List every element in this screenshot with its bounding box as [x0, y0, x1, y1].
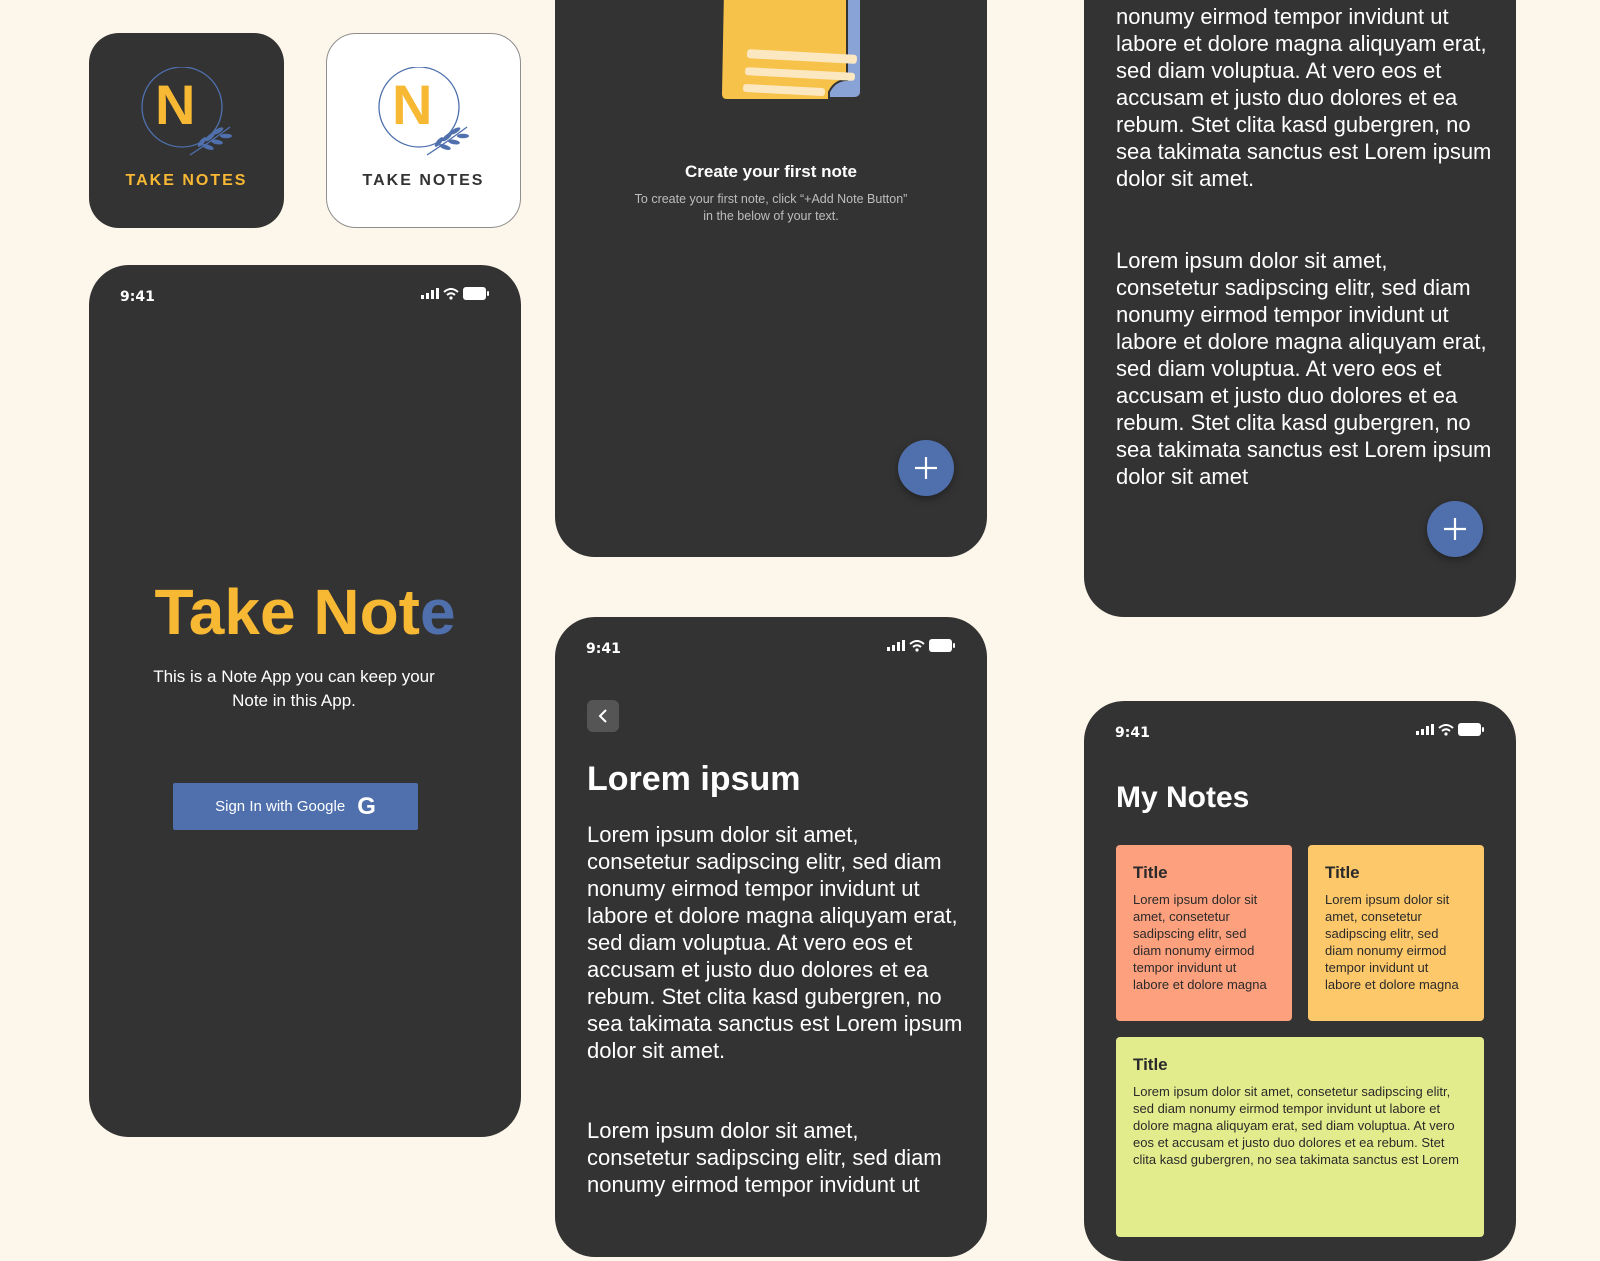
note-card-title: Title — [1133, 863, 1168, 882]
chevron-left-icon — [598, 709, 607, 723]
note-card-title: Title — [1133, 1055, 1168, 1074]
laurel-icon — [426, 126, 469, 156]
battery-icon — [1458, 723, 1484, 736]
title-part2: ot — [359, 576, 420, 648]
app-title: Take Note — [89, 577, 521, 647]
wifi-icon — [1438, 723, 1454, 736]
splash-screen: 9:41 Take Note This is a Note App you ca… — [89, 265, 521, 1137]
empty-line-1: To create your first note, click “+Add N… — [634, 192, 908, 206]
note-paragraph-2: Lorem ipsum dolor sit amet, consetetur s… — [1116, 248, 1492, 489]
note-card-body: Lorem ipsum dolor sit amet, consetetur s… — [1133, 1084, 1459, 1167]
status-icons — [421, 287, 489, 300]
logo-letter: N — [392, 73, 433, 136]
notes-illustration — [719, 0, 862, 101]
plus-icon — [1444, 518, 1466, 540]
battery-icon — [463, 287, 489, 300]
plus-icon — [915, 457, 937, 479]
google-signin-button[interactable]: Sign In with Google G — [173, 783, 418, 830]
back-button[interactable] — [587, 700, 619, 732]
signal-icon — [887, 640, 905, 651]
title-mark: N — [313, 576, 360, 648]
status-time: 9:41 — [586, 641, 621, 657]
note-card-body: Lorem ipsum dolor sit amet, consetetur s… — [1325, 892, 1459, 992]
status-time: 9:41 — [120, 289, 155, 305]
laurel-icon — [189, 126, 232, 156]
app-icon-label: TAKE NOTES — [125, 172, 248, 189]
empty-line-2: in the below of your text. — [703, 209, 839, 223]
note-detail-screen: 9:41 Lorem ipsum Lorem ipsum dolor sit a… — [555, 617, 987, 1257]
note-card-body: Lorem ipsum dolor sit amet, consetetur s… — [1133, 892, 1267, 992]
page-title: My Notes — [1116, 781, 1250, 814]
note-card[interactable]: Title Lorem ipsum dolor sit amet, conset… — [1116, 845, 1292, 1021]
wifi-icon — [909, 639, 925, 652]
wifi-icon — [443, 287, 459, 300]
signal-icon — [421, 288, 439, 299]
app-icon-label: TAKE NOTES — [362, 172, 485, 189]
google-icon: G — [357, 792, 376, 820]
app-subtitle: This is a Note App you can keep your Not… — [153, 667, 435, 710]
signin-label: Sign In with Google — [215, 798, 346, 815]
logo-letter: N — [155, 73, 196, 136]
note-paragraph-1-continued: nonumy eirmod tempor invidunt ut labore … — [1116, 4, 1492, 191]
my-notes-screen: 9:41 My Notes Title Lorem ipsum dolor si… — [1084, 701, 1516, 1261]
note-title: Lorem ipsum — [587, 760, 801, 798]
status-time: 9:41 — [1115, 725, 1150, 741]
note-card[interactable]: Title Lorem ipsum dolor sit amet, conset… — [1116, 1037, 1484, 1237]
status-icons — [1416, 723, 1484, 736]
note-scrolled-screen: nonumy eirmod tempor invidunt ut labore … — [1084, 0, 1516, 617]
add-note-button[interactable] — [1427, 501, 1483, 557]
note-paragraph-2: Lorem ipsum dolor sit amet, consetetur s… — [587, 1118, 942, 1197]
signal-icon — [1416, 724, 1434, 735]
empty-state-screen: Create your first note To create your fi… — [555, 0, 987, 557]
status-icons — [887, 639, 955, 652]
battery-icon — [929, 639, 955, 652]
app-icon-dark: N TAKE NOTES — [89, 33, 284, 228]
note-paragraph-1: Lorem ipsum dolor sit amet, consetetur s… — [587, 822, 963, 1063]
note-card-title: Title — [1325, 863, 1360, 882]
add-note-button[interactable] — [898, 440, 954, 496]
title-part1: Take — [154, 576, 314, 648]
app-icon-light: N TAKE NOTES — [326, 33, 521, 228]
note-card[interactable]: Title Lorem ipsum dolor sit amet, conset… — [1308, 845, 1484, 1021]
title-part3: e — [419, 576, 456, 648]
empty-heading: Create your first note — [685, 162, 857, 181]
